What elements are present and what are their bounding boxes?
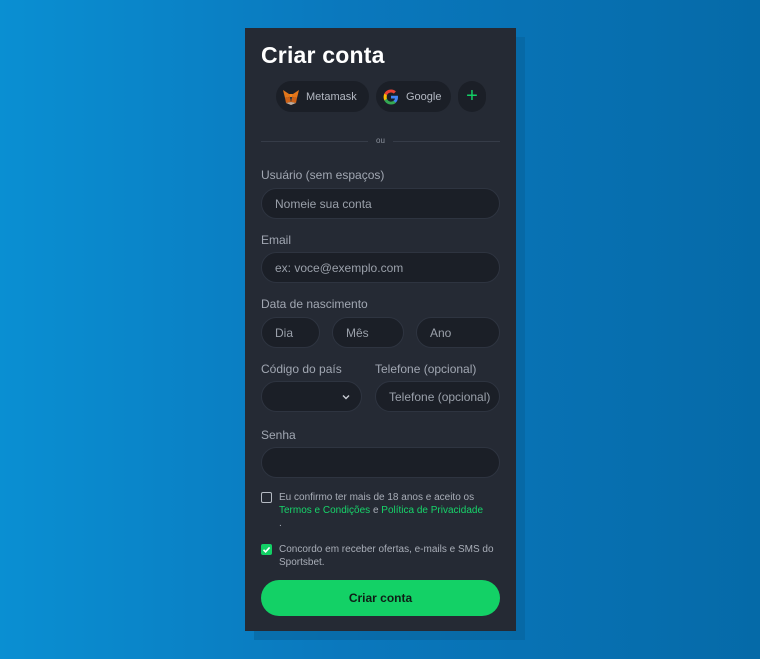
- birth-day-placeholder: Dia: [275, 325, 294, 340]
- checkmark-icon: [262, 546, 271, 553]
- country-code-label: Código do país: [261, 362, 342, 376]
- page-title: Criar conta: [261, 42, 385, 68]
- age-consent-text-after: .: [279, 518, 282, 529]
- chevron-down-icon: [341, 391, 351, 401]
- username-label: Usuário (sem espaços): [261, 168, 385, 182]
- signup-card: Criar conta Metamask Google + ou Usuário…: [245, 28, 516, 631]
- privacy-policy-link[interactable]: Política de Privacidade: [381, 505, 483, 516]
- phone-label: Telefone (opcional): [375, 362, 477, 376]
- phone-placeholder: Telefone (opcional): [389, 389, 491, 404]
- create-account-button[interactable]: Criar conta: [261, 580, 500, 616]
- username-input[interactable]: Nomeie sua conta: [261, 188, 500, 219]
- username-placeholder: Nomeie sua conta: [275, 196, 372, 211]
- birth-month-placeholder: Mês: [346, 325, 369, 340]
- metamask-button[interactable]: Metamask: [276, 81, 369, 112]
- country-code-select[interactable]: [261, 381, 362, 412]
- birth-day-input[interactable]: Dia: [261, 317, 320, 348]
- terms-link[interactable]: Termos e Condições: [279, 505, 370, 516]
- age-consent-checkbox[interactable]: [261, 492, 272, 503]
- birth-year-placeholder: Ano: [430, 325, 452, 340]
- password-input[interactable]: [261, 447, 500, 478]
- social-login-row: Metamask Google +: [276, 81, 491, 112]
- or-divider: ou: [261, 136, 500, 145]
- birthdate-label: Data de nascimento: [261, 297, 368, 311]
- email-input[interactable]: ex: voce@exemplo.com: [261, 252, 500, 283]
- marketing-consent-row: Concordo em receber ofertas, e-mails e S…: [261, 543, 501, 571]
- divider-text: ou: [376, 136, 385, 145]
- email-label: Email: [261, 233, 292, 247]
- age-consent-text: Eu confirmo ter mais de 18 anos e aceito…: [279, 491, 503, 530]
- birth-month-input[interactable]: Mês: [332, 317, 404, 348]
- plus-icon: +: [466, 85, 478, 107]
- google-button[interactable]: Google: [376, 81, 451, 112]
- google-g-icon: [382, 88, 400, 106]
- google-label: Google: [406, 90, 442, 103]
- marketing-consent-text: Concordo em receber ofertas, e-mails e S…: [279, 544, 494, 568]
- metamask-fox-icon: [282, 88, 300, 106]
- age-consent-text-before: Eu confirmo ter mais de 18 anos e aceito…: [279, 492, 475, 503]
- more-login-options-button[interactable]: +: [458, 81, 486, 112]
- age-consent-conjunction: e: [372, 505, 379, 516]
- birth-year-input[interactable]: Ano: [416, 317, 500, 348]
- email-placeholder: ex: voce@exemplo.com: [275, 260, 404, 275]
- phone-input[interactable]: Telefone (opcional): [375, 381, 500, 412]
- age-consent-row: Eu confirmo ter mais de 18 anos e aceito…: [261, 491, 501, 531]
- password-label: Senha: [261, 428, 296, 442]
- marketing-consent-checkbox[interactable]: [261, 544, 272, 555]
- metamask-label: Metamask: [306, 90, 357, 103]
